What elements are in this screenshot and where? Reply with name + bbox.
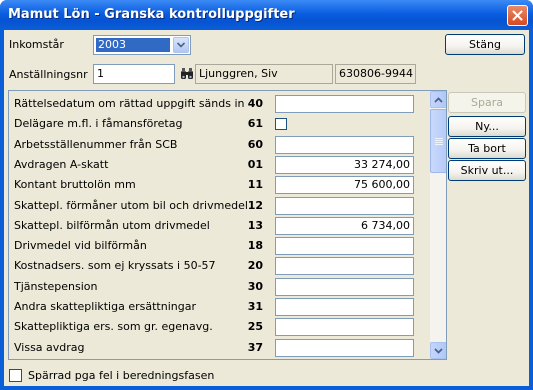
row-value-input[interactable] xyxy=(275,298,414,316)
row-label: Skattepliktiga ers. som gr. egenavg. xyxy=(14,320,213,334)
table-row: Skattepliktiga ers. som gr. egenavg. 25 xyxy=(9,317,429,337)
row-value-input[interactable]: 6 734,00 xyxy=(275,216,414,235)
row-label: Kontant bruttolön mm xyxy=(14,178,136,192)
print-button[interactable]: Skriv ut... xyxy=(448,160,526,181)
row-label: Delägare m.fl. i fåmansföretag xyxy=(14,117,183,131)
row-code: 30 xyxy=(247,279,263,293)
row-value-input[interactable]: 33 274,00 xyxy=(275,155,414,174)
row-code: 18 xyxy=(247,239,263,253)
table-row: Avdragen A-skatt 01 33 274,00 xyxy=(9,155,429,175)
employment-no-label: Anställningsnr xyxy=(9,68,88,81)
chevron-down-icon xyxy=(177,42,185,48)
row-code: 25 xyxy=(247,320,263,334)
window-close-button[interactable] xyxy=(507,5,528,26)
chevron-up-icon xyxy=(434,96,443,103)
row-value-input[interactable] xyxy=(275,338,414,357)
scroll-up-button[interactable] xyxy=(430,91,446,108)
row-label: Avdragen A-skatt xyxy=(14,157,109,171)
table-row: Andra skattepliktiga ersättningar 31 xyxy=(9,297,429,317)
row-code: 31 xyxy=(247,300,263,313)
delete-button[interactable]: Ta bort xyxy=(448,138,526,159)
row-value-input[interactable] xyxy=(275,196,414,215)
row-label: Drivmedel vid bilförmån xyxy=(14,239,147,253)
table-row: Tjänstepension 30 xyxy=(9,277,429,297)
row-code: 60 xyxy=(247,137,263,151)
blocked-checkbox[interactable] xyxy=(9,369,22,382)
income-year-value: 2003 xyxy=(96,38,170,52)
table-row: Kontant bruttolön mm 11 75 600,00 xyxy=(9,175,429,195)
row-code: 13 xyxy=(247,218,263,232)
row-code: 37 xyxy=(247,340,263,354)
row-label: Vissa avdrag xyxy=(14,340,85,354)
income-year-select[interactable]: 2003 xyxy=(93,35,191,55)
row-value-input[interactable] xyxy=(275,95,414,113)
table-row: Delägare m.fl. i fåmansföretag 61 xyxy=(9,114,429,134)
row-label: Skattepl. förmåner utom bil och drivmede… xyxy=(14,198,248,212)
table-row: Skattepl. bilförmån utom drivmedel 13 6 73… xyxy=(9,216,429,236)
row-label: Rättelsedatum om rättad uppgift sänds in xyxy=(14,97,245,110)
table-row: Skattepl. förmåner utom bil och drivmede… xyxy=(9,196,429,216)
row-code: 61 xyxy=(247,117,263,131)
row-code: 40 xyxy=(247,97,263,110)
title-bar[interactable]: Mamut Lön - Granska kontrolluppgifter xyxy=(0,0,533,30)
vertical-scrollbar[interactable] xyxy=(430,91,446,359)
dialog-window: Mamut Lön - Granska kontrolluppgifter In… xyxy=(0,0,533,390)
new-button[interactable]: Ny... xyxy=(448,116,526,137)
row-label: Skattepl. bilförmån utom drivmedel xyxy=(14,218,210,232)
close-icon xyxy=(512,10,523,21)
table-row: Arbetsställenummer från SCB 60 xyxy=(9,135,429,155)
row-value-input[interactable]: 75 600,00 xyxy=(275,176,414,195)
employment-no-input[interactable]: 1 xyxy=(93,64,175,84)
window-title: Mamut Lön - Granska kontrolluppgifter xyxy=(8,7,295,22)
table-row: Vissa avdrag 37 xyxy=(9,338,429,358)
row-code: 12 xyxy=(247,198,263,212)
table-row: Drivmedel vid bilförmån 18 xyxy=(9,236,429,256)
control-data-grid: Rättelsedatum om rättad uppgift sänds in… xyxy=(8,90,447,360)
row-label: Tjänstepension xyxy=(14,279,98,293)
row-code: 01 xyxy=(247,157,263,171)
dropdown-arrow-button[interactable] xyxy=(173,37,189,53)
row-code: 20 xyxy=(247,259,263,273)
row-label: Arbetsställenummer från SCB xyxy=(14,137,178,151)
row-value-input[interactable] xyxy=(275,318,414,337)
row-value-input[interactable] xyxy=(275,135,414,154)
income-year-label: Inkomstår xyxy=(9,38,64,51)
blocked-checkbox-label: Spärrad pga fel i beredningsfasen xyxy=(28,369,215,382)
scroll-down-button[interactable] xyxy=(430,342,446,359)
binoculars-icon[interactable] xyxy=(180,67,194,81)
table-row: Kostnadsers. som ej kryssats i 50-57 20 xyxy=(9,256,429,276)
row-code: 11 xyxy=(247,178,263,192)
table-row: Rättelsedatum om rättad uppgift sänds in… xyxy=(9,94,429,114)
row-label: Andra skattepliktiga ersättningar xyxy=(14,300,196,313)
row-label: Kostnadsers. som ej kryssats i 50-57 xyxy=(14,259,216,273)
employee-name-field: Ljunggren, Siv xyxy=(195,64,333,84)
row-value-input[interactable] xyxy=(275,237,414,256)
chevron-down-icon xyxy=(434,347,443,354)
save-button[interactable]: Spara xyxy=(448,92,526,113)
scroll-thumb[interactable] xyxy=(430,109,446,173)
dialog-client-area: Inkomstår 2003 Stäng Anställningsnr 1 Lj… xyxy=(4,30,529,386)
row-value-input[interactable] xyxy=(275,257,414,276)
row-value-input[interactable] xyxy=(275,277,414,296)
row-checkbox[interactable] xyxy=(275,118,287,131)
personal-id-field: 630806-9944 xyxy=(335,64,416,84)
close-button[interactable]: Stäng xyxy=(445,34,525,55)
